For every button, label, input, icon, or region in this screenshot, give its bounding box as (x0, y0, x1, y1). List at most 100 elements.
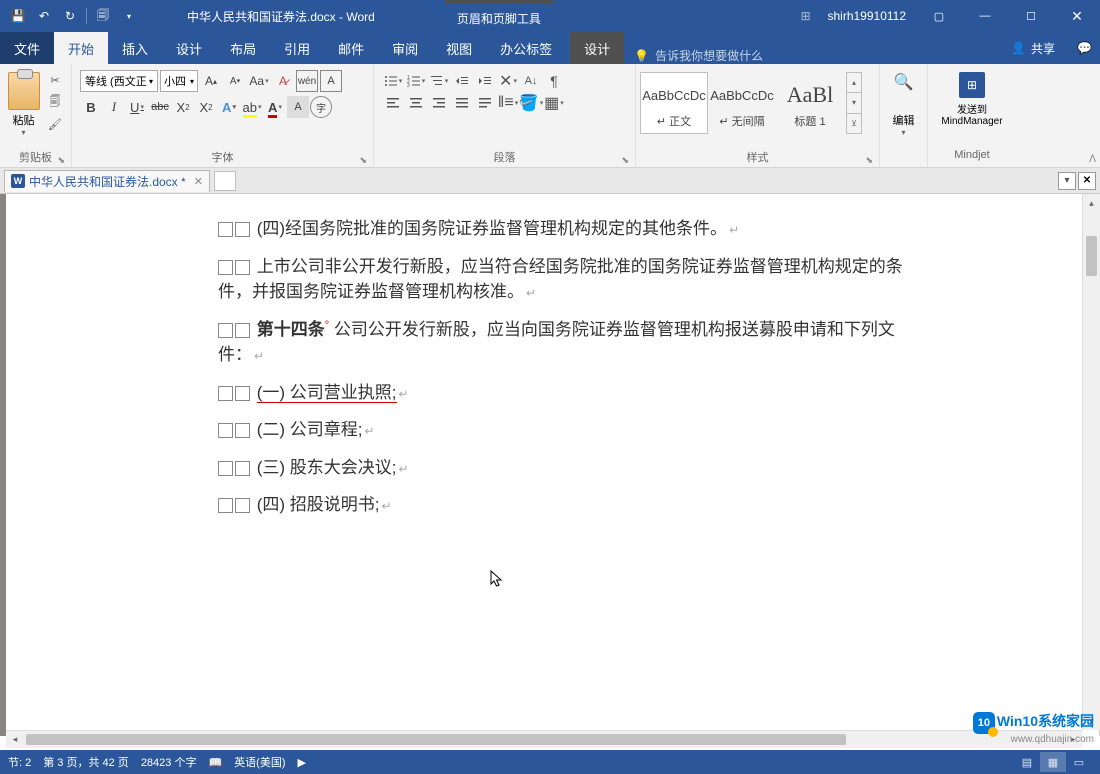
shading-icon[interactable]: 🪣▾ (520, 92, 542, 114)
save-icon[interactable]: 💾 (6, 4, 30, 28)
undo-icon[interactable]: ↶ (32, 4, 56, 28)
clipboard-launcher-icon[interactable]: ⬊ (57, 155, 65, 166)
close-button[interactable]: ✕ (1054, 0, 1100, 32)
status-page[interactable]: 第 3 页，共 42 页 (43, 754, 129, 770)
tab-layout[interactable]: 布局 (216, 32, 270, 64)
tab-office[interactable]: 办公标签 (486, 32, 566, 64)
line-spacing-icon[interactable]: ‖≡▾ (497, 92, 519, 114)
enclose-char-icon[interactable]: 字 (310, 96, 332, 118)
scroll-up-icon[interactable]: ▴ (1083, 194, 1100, 212)
user-name[interactable]: shirh19910112 (817, 9, 916, 23)
touch-mode-icon[interactable]: ⊞ (793, 4, 817, 28)
document-body[interactable]: (四)经国务院批准的国务院证券监督管理机构规定的其他条件。↵ 上市公司非公开发行… (68, 194, 1068, 518)
bullets-icon[interactable]: ▾ (382, 70, 404, 92)
styles-more-icon[interactable]: ⊻ (847, 114, 861, 133)
ribbon-display-icon[interactable]: ▢ (916, 0, 962, 32)
edit-button[interactable]: 编辑 (893, 112, 915, 128)
decrease-indent-icon[interactable] (451, 70, 473, 92)
font-name-combo[interactable]: 等线 (西文正▾ (80, 70, 158, 92)
send-to-mindmanager[interactable]: 发送到 MindManager (941, 101, 1002, 127)
clear-format-icon[interactable]: A̷ (272, 70, 294, 92)
tab-view[interactable]: 视图 (432, 32, 486, 64)
increase-indent-icon[interactable] (474, 70, 496, 92)
status-language[interactable]: 英语(美国) (234, 754, 285, 770)
grow-font-icon[interactable]: A▴ (200, 70, 222, 92)
tab-mailings[interactable]: 邮件 (324, 32, 378, 64)
minimize-button[interactable]: — (962, 0, 1008, 32)
char-shading-icon[interactable]: A (287, 96, 309, 118)
align-right-icon[interactable] (428, 92, 450, 114)
change-case-icon[interactable]: Aa▾ (248, 70, 270, 92)
style-normal[interactable]: AaBbCcDc↵ 正文 (640, 72, 708, 134)
tab-close-icon[interactable]: ✕ (194, 175, 203, 188)
text-effects-icon[interactable]: A▾ (218, 96, 240, 118)
font-launcher-icon[interactable]: ⬊ (359, 155, 367, 166)
align-center-icon[interactable] (405, 92, 427, 114)
status-macro-icon[interactable]: ▶ (298, 756, 306, 769)
borders-icon[interactable]: ▦▾ (543, 92, 565, 114)
comments-button[interactable]: 💬 (1069, 32, 1100, 64)
status-words[interactable]: 28423 个字 (141, 754, 197, 770)
numbering-icon[interactable]: 123▾ (405, 70, 427, 92)
multilevel-icon[interactable]: ▾ (428, 70, 450, 92)
asian-layout-icon[interactable]: ✕▾ (497, 70, 519, 92)
horizontal-scrollbar[interactable]: ◂ ▸ (6, 730, 1082, 748)
new-tab-button[interactable] (214, 171, 236, 191)
superscript-button[interactable]: X2 (195, 96, 217, 118)
tell-me-search[interactable]: 💡告诉我你想要做什么 (624, 47, 997, 64)
highlight-icon[interactable]: ab▾ (241, 96, 263, 118)
cut-icon[interactable]: ✂ (45, 70, 65, 90)
qat-more-icon[interactable]: 🗐 (91, 4, 115, 28)
tab-home[interactable]: 开始 (54, 32, 108, 64)
scroll-thumb-v[interactable] (1086, 236, 1097, 276)
font-color-icon[interactable]: A▾ (264, 96, 286, 118)
tab-design[interactable]: 设计 (162, 32, 216, 64)
copy-icon[interactable]: 🗐 (45, 92, 65, 112)
share-button[interactable]: 👤共享 (997, 32, 1069, 64)
format-painter-icon[interactable]: 🖌 (45, 114, 65, 134)
view-read-icon[interactable]: ▤ (1014, 752, 1040, 772)
status-spellcheck-icon[interactable]: 📖 (208, 756, 222, 769)
scroll-thumb-h[interactable] (26, 734, 846, 745)
styles-launcher-icon[interactable]: ⬊ (865, 155, 873, 166)
subscript-button[interactable]: X2 (172, 96, 194, 118)
bold-button[interactable]: B (80, 96, 102, 118)
align-distribute-icon[interactable] (474, 92, 496, 114)
align-left-icon[interactable] (382, 92, 404, 114)
scroll-left-icon[interactable]: ◂ (6, 731, 24, 748)
maximize-button[interactable]: ☐ (1008, 0, 1054, 32)
tab-insert[interactable]: 插入 (108, 32, 162, 64)
tab-file[interactable]: 文件 (0, 32, 54, 64)
tab-dropdown-icon[interactable]: ▾ (1058, 172, 1076, 190)
paste-icon[interactable] (8, 72, 40, 110)
char-border-icon[interactable]: A (320, 70, 342, 92)
shrink-font-icon[interactable]: A▾ (224, 70, 246, 92)
font-size-combo[interactable]: 小四▾ (160, 70, 198, 92)
styles-down-icon[interactable]: ▾ (847, 93, 861, 113)
view-web-icon[interactable]: ▭ (1066, 752, 1092, 772)
mindmanager-icon[interactable]: ⊞ (959, 72, 985, 98)
tab-bar-close-icon[interactable]: ✕ (1078, 172, 1096, 190)
collapse-ribbon-icon[interactable]: ᐱ (1089, 154, 1096, 165)
find-icon[interactable]: 🔍 (894, 72, 914, 92)
style-nospacing[interactable]: AaBbCcDc↵ 无间隔 (708, 72, 776, 134)
document-canvas[interactable]: (四)经国务院批准的国务院证券监督管理机构规定的其他条件。↵ 上市公司非公开发行… (0, 194, 1100, 736)
paragraph-launcher-icon[interactable]: ⬊ (621, 155, 629, 166)
italic-button[interactable]: I (103, 96, 125, 118)
tab-hf-design[interactable]: 设计 (570, 32, 624, 64)
style-heading1[interactable]: AaBl标题 1 (776, 72, 844, 134)
qat-customize-icon[interactable]: ▾ (117, 4, 141, 28)
view-print-icon[interactable]: ▦ (1040, 752, 1066, 772)
styles-up-icon[interactable]: ▴ (847, 73, 861, 93)
tab-references[interactable]: 引用 (270, 32, 324, 64)
phonetic-icon[interactable]: wén (296, 70, 318, 92)
tab-review[interactable]: 审阅 (378, 32, 432, 64)
underline-button[interactable]: U▾ (126, 96, 148, 118)
strikethrough-button[interactable]: abc (149, 96, 171, 118)
align-justify-icon[interactable] (451, 92, 473, 114)
document-tab[interactable]: W 中华人民共和国证券法.docx * ✕ (4, 170, 210, 192)
vertical-scrollbar[interactable]: ▴ ▾ (1082, 194, 1100, 730)
status-section[interactable]: 节: 2 (8, 754, 31, 770)
paste-button[interactable]: 粘贴 (13, 112, 35, 128)
redo-icon[interactable]: ↻ (58, 4, 82, 28)
